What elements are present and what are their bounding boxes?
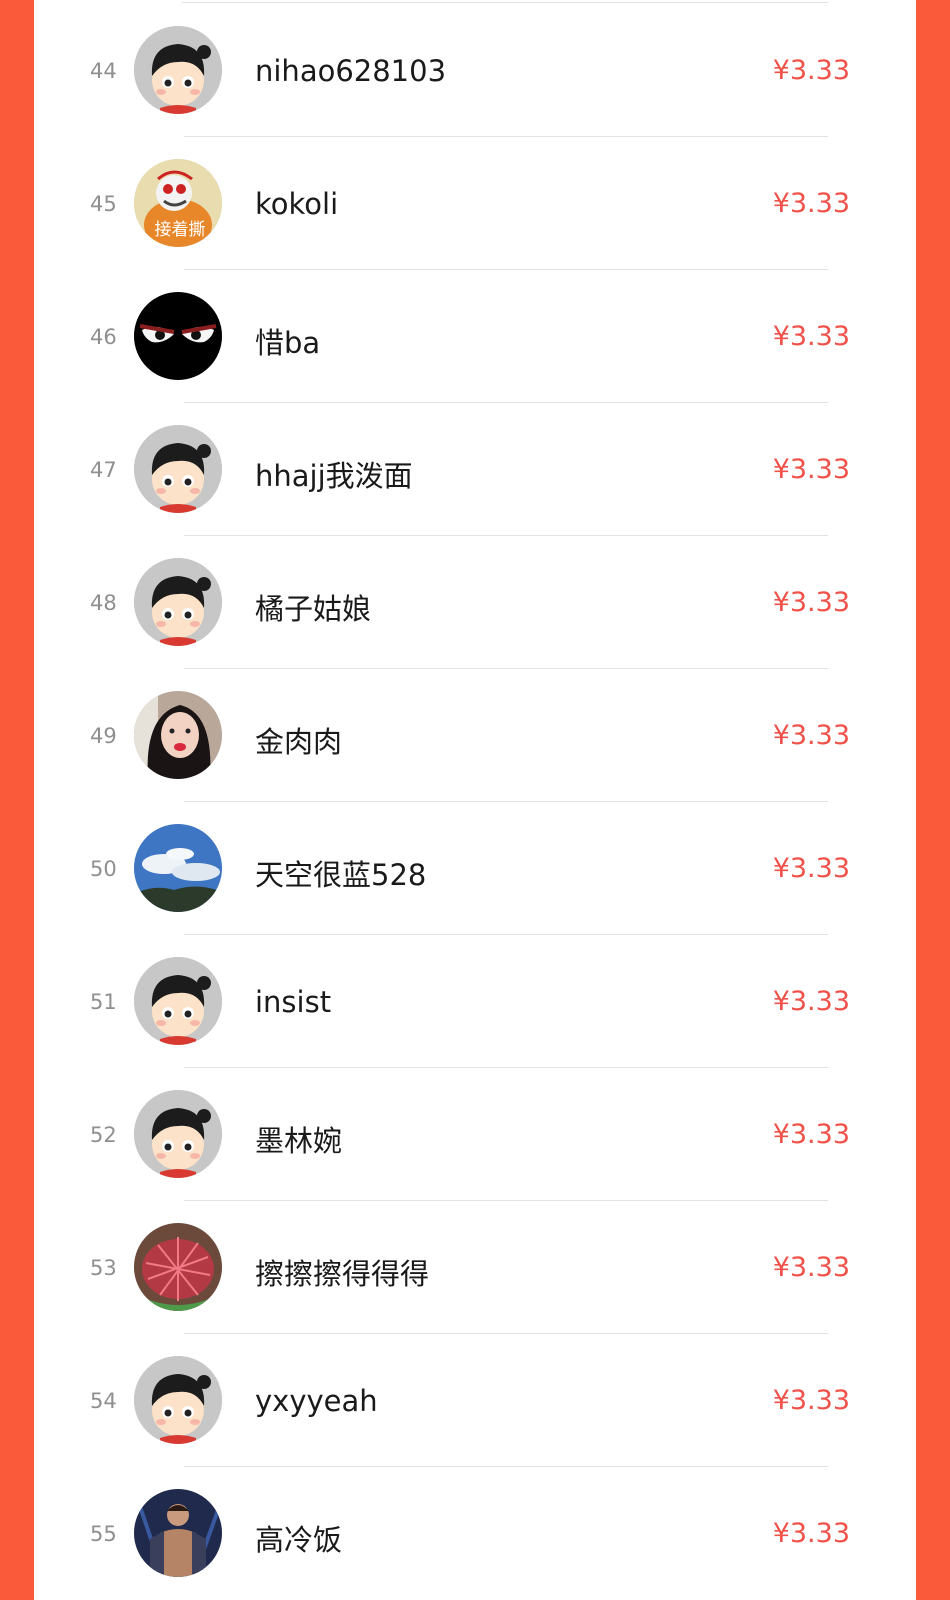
rank-number: 55 bbox=[90, 1522, 117, 1546]
list-item[interactable]: 48 橘子姑娘 ¥3.33 bbox=[34, 536, 916, 669]
photo-girl-avatar-icon[interactable] bbox=[134, 691, 222, 779]
sky-photo-avatar-icon[interactable] bbox=[134, 824, 222, 912]
amount-value: ¥3.33 bbox=[772, 1119, 850, 1150]
cartoon-avatar-icon[interactable] bbox=[134, 425, 222, 513]
dark-eyes-avatar-icon[interactable] bbox=[134, 292, 222, 380]
ranking-panel: 44 nihao628103 ¥3.33 45 接着撕 kokoli ¥3.33… bbox=[34, 0, 916, 1600]
cartoon-avatar-icon[interactable] bbox=[134, 1356, 222, 1444]
user-name: 擦擦擦得得得 bbox=[255, 1257, 430, 1291]
list-item[interactable]: 45 接着撕 kokoli ¥3.33 bbox=[34, 137, 916, 270]
amount-value: ¥3.33 bbox=[772, 188, 850, 219]
cartoon-monkey-avatar-icon[interactable]: 接着撕 bbox=[134, 159, 222, 247]
list-item[interactable]: 52 墨林婉 ¥3.33 bbox=[34, 1068, 916, 1201]
user-name: 天空很蓝528 bbox=[255, 858, 427, 892]
list-item[interactable]: 47 hhajj我泼面 ¥3.33 bbox=[34, 403, 916, 536]
user-name: yxyyeah bbox=[255, 1384, 378, 1418]
list-item[interactable]: 51 insist ¥3.33 bbox=[34, 935, 916, 1068]
rank-number: 50 bbox=[90, 857, 117, 881]
user-name: 橘子姑娘 bbox=[255, 592, 372, 626]
list-item[interactable]: 49 金肉肉 ¥3.33 bbox=[34, 669, 916, 802]
rank-number: 44 bbox=[90, 59, 117, 83]
amount-value: ¥3.33 bbox=[772, 587, 850, 618]
user-name: hhajj我泼面 bbox=[255, 459, 413, 493]
cactus-photo-avatar-icon[interactable] bbox=[134, 1223, 222, 1311]
rank-number: 45 bbox=[90, 192, 117, 216]
user-name: 金肉肉 bbox=[255, 725, 343, 759]
amount-value: ¥3.33 bbox=[772, 853, 850, 884]
game-character-avatar-icon[interactable] bbox=[134, 1489, 222, 1577]
user-name: 惜ba bbox=[255, 326, 321, 360]
user-name: 高冷饭 bbox=[255, 1523, 343, 1557]
cartoon-avatar-icon[interactable] bbox=[134, 1090, 222, 1178]
amount-value: ¥3.33 bbox=[772, 454, 850, 485]
amount-value: ¥3.33 bbox=[772, 321, 850, 352]
ranking-list: 44 nihao628103 ¥3.33 45 接着撕 kokoli ¥3.33… bbox=[34, 4, 916, 1600]
list-item[interactable]: 54 yxyyeah ¥3.33 bbox=[34, 1334, 916, 1467]
list-item[interactable]: 53 擦擦擦得得得 ¥3.33 bbox=[34, 1201, 916, 1334]
amount-value: ¥3.33 bbox=[772, 720, 850, 751]
rank-number: 48 bbox=[90, 591, 117, 615]
rank-number: 51 bbox=[90, 990, 117, 1014]
amount-value: ¥3.33 bbox=[772, 1385, 850, 1416]
list-item[interactable]: 50 天空很蓝528 ¥3.33 bbox=[34, 802, 916, 935]
user-name: nihao628103 bbox=[255, 54, 447, 88]
list-item[interactable]: 44 nihao628103 ¥3.33 bbox=[34, 4, 916, 137]
rank-number: 49 bbox=[90, 724, 117, 748]
cartoon-avatar-icon[interactable] bbox=[134, 558, 222, 646]
amount-value: ¥3.33 bbox=[772, 986, 850, 1017]
rank-number: 52 bbox=[90, 1123, 117, 1147]
amount-value: ¥3.33 bbox=[772, 1518, 850, 1549]
svg-text:接着撕: 接着撕 bbox=[155, 220, 206, 240]
rank-number: 53 bbox=[90, 1256, 117, 1280]
amount-value: ¥3.33 bbox=[772, 55, 850, 86]
list-item[interactable]: 55 高冷饭 ¥3.33 bbox=[34, 1467, 916, 1600]
rank-number: 46 bbox=[90, 325, 117, 349]
user-name: 墨林婉 bbox=[255, 1124, 343, 1158]
amount-value: ¥3.33 bbox=[772, 1252, 850, 1283]
top-divider bbox=[182, 2, 828, 3]
rank-number: 47 bbox=[90, 458, 117, 482]
cartoon-avatar-icon[interactable] bbox=[134, 957, 222, 1045]
list-item[interactable]: 46 惜ba ¥3.33 bbox=[34, 270, 916, 403]
rank-number: 54 bbox=[90, 1389, 117, 1413]
cartoon-avatar-icon[interactable] bbox=[134, 26, 222, 114]
user-name: kokoli bbox=[255, 187, 339, 221]
user-name: insist bbox=[255, 985, 332, 1019]
